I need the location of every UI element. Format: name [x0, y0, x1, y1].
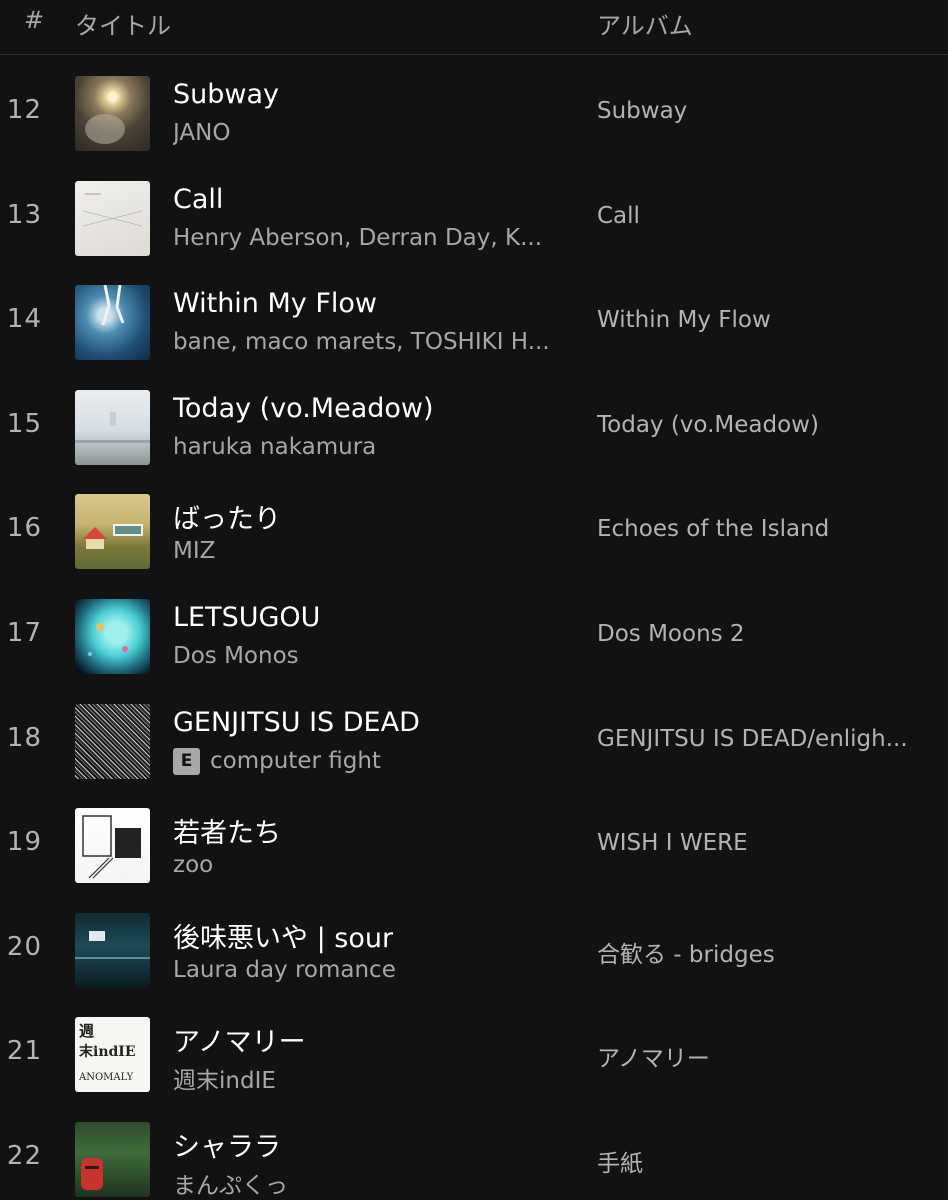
album-cover-icon: [75, 703, 150, 779]
track-artist[interactable]: Ecomputer fight: [173, 747, 381, 775]
track-list: 12 Subway JANO Subway 13 Call Henry Aber…: [0, 61, 948, 1200]
track-number: 17: [6, 617, 42, 648]
track-row[interactable]: 12 Subway JANO Subway: [0, 61, 948, 166]
track-album[interactable]: Today (vo.Meadow): [597, 412, 819, 438]
column-header-number[interactable]: #: [24, 6, 44, 34]
album-cover-icon: [75, 1121, 150, 1197]
track-row[interactable]: 15 Today (vo.Meadow) haruka nakamura Tod…: [0, 375, 948, 480]
track-album[interactable]: Echoes of the Island: [597, 516, 829, 542]
cover-text: ANOMALY: [79, 1072, 134, 1084]
artist-link[interactable]: MIZ: [173, 538, 215, 564]
track-artist[interactable]: Henry Aberson, Derran Day, K...: [173, 225, 542, 251]
track-row[interactable]: 16 ばったり MIZ Echoes of the Island: [0, 479, 948, 584]
artist-link[interactable]: haruka nakamura: [173, 434, 376, 460]
track-title[interactable]: ばったり: [173, 497, 281, 536]
track-artist[interactable]: JANO: [173, 120, 230, 146]
track-number: 15: [6, 408, 42, 439]
album-cover-icon: [75, 180, 150, 256]
track-title[interactable]: Within My Flow: [173, 288, 377, 319]
album-cover-icon: [75, 285, 150, 361]
track-album[interactable]: Dos Moons 2: [597, 621, 745, 647]
album-cover-icon: [75, 598, 150, 674]
tracklist-view: # タイトル アルバム 12 Subway JANO Subway 13 Cal…: [0, 0, 948, 1200]
track-row[interactable]: 14 Within My Flow bane, maco marets, TOS…: [0, 270, 948, 375]
artist-link[interactable]: Laura day romance: [173, 957, 396, 983]
track-album[interactable]: アノマリー: [597, 1039, 710, 1073]
tracklist-header: # タイトル アルバム: [0, 0, 948, 55]
track-number: 14: [6, 304, 42, 335]
track-row[interactable]: 19 若者たち zoo WISH I WERE: [0, 793, 948, 898]
track-artist[interactable]: MIZ: [173, 538, 215, 564]
artist-link[interactable]: 週末indIE: [173, 1068, 276, 1094]
artist-link[interactable]: computer fight: [210, 748, 381, 774]
track-number: 18: [6, 722, 42, 753]
album-cover-icon: [75, 808, 150, 884]
track-artist[interactable]: bane, maco marets, TOSHIKI H...: [173, 329, 550, 355]
track-row[interactable]: 18 GENJITSU IS DEAD Ecomputer fight GENJ…: [0, 689, 948, 794]
track-title[interactable]: GENJITSU IS DEAD: [173, 707, 420, 738]
track-number: 19: [6, 827, 42, 858]
track-number: 21: [6, 1036, 42, 1067]
track-album[interactable]: Call: [597, 203, 640, 229]
track-number: 22: [6, 1140, 42, 1171]
track-album[interactable]: WISH I WERE: [597, 830, 748, 856]
track-title[interactable]: 若者たち: [173, 811, 281, 850]
track-album[interactable]: Within My Flow: [597, 307, 771, 333]
track-album[interactable]: GENJITSU IS DEAD/enligh...: [597, 726, 908, 752]
artist-link[interactable]: JANO: [173, 120, 230, 146]
track-row[interactable]: 17 LETSUGOU Dos Monos Dos Moons 2: [0, 584, 948, 689]
track-title[interactable]: アノマリー: [173, 1020, 306, 1059]
album-cover-icon: [75, 912, 150, 988]
track-artist[interactable]: まんぷくっ: [173, 1166, 288, 1200]
cover-text: 週: [79, 1022, 95, 1041]
album-cover-icon: [75, 76, 150, 151]
track-row[interactable]: 13 Call Henry Aberson, Derran Day, K... …: [0, 166, 948, 271]
artist-link[interactable]: Dos Monos: [173, 643, 299, 669]
track-album[interactable]: 合歓る - bridges: [597, 935, 775, 969]
track-artist[interactable]: haruka nakamura: [173, 434, 376, 460]
track-album[interactable]: Subway: [597, 98, 687, 124]
album-cover-icon: [75, 494, 150, 570]
track-artist[interactable]: Laura day romance: [173, 957, 396, 983]
cover-text: 末indIE: [79, 1044, 136, 1061]
track-row[interactable]: 20 後味悪いや | sour Laura day romance 合歓る - …: [0, 898, 948, 1003]
explicit-badge-icon: E: [173, 747, 200, 775]
artist-link[interactable]: bane, maco marets, TOSHIKI H...: [173, 329, 550, 355]
track-row[interactable]: 21 週 末indIE ANOMALY アノマリー 週末indIE アノマリー: [0, 1002, 948, 1107]
column-header-title[interactable]: タイトル: [75, 6, 171, 41]
track-artist[interactable]: Dos Monos: [173, 643, 299, 669]
track-title[interactable]: Today (vo.Meadow): [173, 393, 434, 424]
track-title[interactable]: 後味悪いや | sour: [173, 916, 393, 955]
track-title[interactable]: シャララ: [173, 1125, 281, 1164]
track-title[interactable]: LETSUGOU: [173, 602, 320, 633]
track-number: 12: [6, 95, 42, 125]
album-cover-icon: [75, 389, 150, 465]
track-number: 13: [6, 199, 42, 230]
artist-link[interactable]: zoo: [173, 852, 213, 878]
track-number: 20: [6, 931, 42, 962]
track-title[interactable]: Call: [173, 184, 223, 215]
artist-link[interactable]: Henry Aberson, Derran Day, K...: [173, 225, 542, 251]
track-album[interactable]: 手紙: [597, 1144, 643, 1178]
track-artist[interactable]: 週末indIE: [173, 1061, 276, 1095]
album-cover-icon: 週 末indIE ANOMALY: [75, 1017, 150, 1093]
track-title[interactable]: Subway: [173, 79, 279, 110]
track-row[interactable]: 22 シャララ まんぷくっ 手紙: [0, 1107, 948, 1200]
column-header-album[interactable]: アルバム: [597, 6, 693, 41]
artist-link[interactable]: まんぷくっ: [173, 1173, 288, 1199]
track-artist[interactable]: zoo: [173, 852, 213, 878]
track-number: 16: [6, 513, 42, 544]
